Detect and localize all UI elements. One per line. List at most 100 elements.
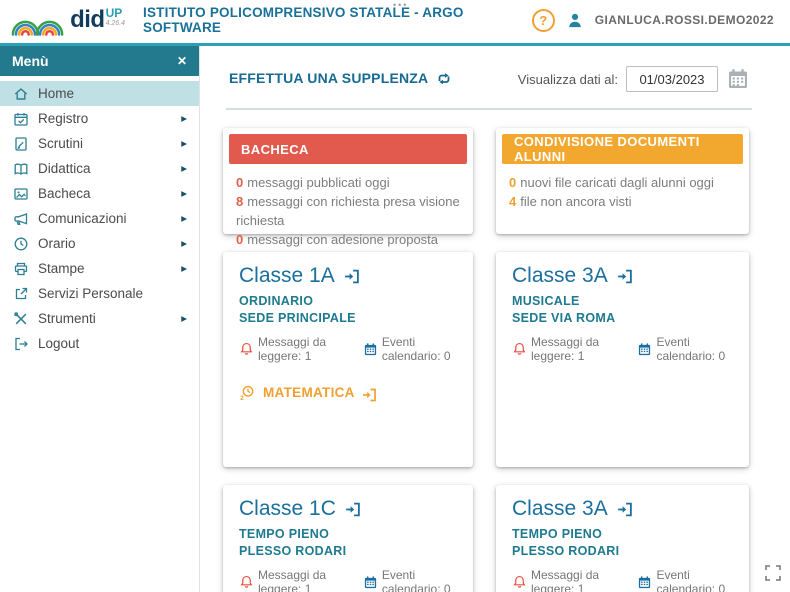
condivisione-row: 4file non ancora visti: [509, 192, 736, 211]
sidebar-item-label: Strumenti: [38, 311, 96, 326]
sidebar-item-label: Stampe: [38, 261, 85, 276]
class-title[interactable]: Classe 3A: [512, 264, 733, 288]
chevron-right-icon: ▶: [181, 189, 187, 198]
supplenza-link[interactable]: EFFETTUA UNA SUPPLENZA: [229, 70, 453, 86]
subject-link-matematica[interactable]: 2 MATEMATICA: [239, 381, 457, 403]
lesson-hour-clock-icon: 2: [239, 384, 257, 401]
svg-text:2: 2: [240, 394, 244, 400]
bacheca-row: 0messaggi pubblicati oggi: [236, 173, 460, 192]
didup-app: did UP 4.26.4 ISTITUTO POLICOMPRENSIVO S…: [0, 0, 790, 592]
clipboard-pencil-icon: [12, 135, 29, 152]
divider: [226, 108, 752, 110]
class-title[interactable]: Classe 3A: [512, 497, 733, 521]
chevron-right-icon: ▶: [181, 114, 187, 123]
sidebar-item-label: Logout: [38, 336, 79, 351]
sidebar-item-strumenti[interactable]: Strumenti ▶: [0, 306, 199, 331]
open-book-icon: [12, 160, 29, 177]
argo-rainbow-logo: [10, 3, 64, 37]
class-course-type: MUSICALE: [512, 293, 733, 310]
sidebar-item-label: Scrutini: [38, 136, 83, 151]
sidebar-item-scrutini[interactable]: Scrutini ▶: [0, 131, 199, 156]
fullscreen-icon[interactable]: [764, 564, 782, 587]
chevron-right-icon: ▶: [181, 264, 187, 273]
chevron-right-icon: ▶: [181, 314, 187, 323]
class-site: SEDE VIA ROMA: [512, 310, 733, 327]
calendar-picker-icon[interactable]: [726, 67, 750, 91]
top-header: did UP 4.26.4 ISTITUTO POLICOMPRENSIVO S…: [0, 0, 790, 46]
printer-icon: [12, 260, 29, 277]
sidebar-item-label: Comunicazioni: [38, 211, 127, 226]
sidebar: Menù ✕ Home Registro ▶: [0, 46, 200, 592]
brand-up: UP: [106, 8, 125, 19]
events-counter: Eventi calendario: 0: [637, 335, 733, 363]
sidebar-item-stampe[interactable]: Stampe ▶: [0, 256, 199, 281]
bacheca-card: BACHECA 0messaggi pubblicati oggi 8messa…: [223, 128, 473, 234]
help-button[interactable]: ?: [532, 9, 555, 32]
supplenza-label: EFFETTUA UNA SUPPLENZA: [229, 70, 428, 86]
messages-counter: Messaggi da leggere: 1: [512, 335, 622, 363]
events-counter: Eventi calendario: 0: [637, 568, 733, 592]
home-icon: [12, 85, 29, 102]
user-avatar-icon: [566, 12, 584, 29]
sidebar-item-servizi-personale[interactable]: Servizi Personale: [0, 281, 199, 306]
sidebar-item-home[interactable]: Home: [0, 81, 199, 106]
external-link-icon: [12, 285, 29, 302]
sidebar-item-label: Servizi Personale: [38, 286, 143, 301]
class-course-type: TEMPO PIENO: [239, 526, 457, 543]
sidebar-item-didattica[interactable]: Didattica ▶: [0, 156, 199, 181]
enter-class-icon[interactable]: [344, 501, 361, 518]
bell-icon: [512, 574, 527, 590]
logout-icon: [12, 335, 29, 352]
bacheca-row: 0messaggi con adesione proposta: [236, 230, 460, 249]
clock-icon: [12, 235, 29, 252]
sidebar-item-bacheca[interactable]: Bacheca ▶: [0, 181, 199, 206]
date-input[interactable]: [626, 66, 718, 92]
class-card-3a-musicale: Classe 3A MUSICALE SEDE VIA ROMA: [496, 252, 749, 467]
chevron-right-icon: ▶: [181, 239, 187, 248]
board-icon: [12, 185, 29, 202]
sidebar-item-registro[interactable]: Registro ▶: [0, 106, 199, 131]
events-counter: Eventi calendario: 0: [363, 335, 457, 363]
main-content: EFFETTUA UNA SUPPLENZA Visualizza dati a…: [201, 46, 790, 592]
sidebar-item-label: Bacheca: [38, 186, 91, 201]
version-label: 4.26.4: [106, 19, 125, 28]
bacheca-row: 8messaggi con richiesta presa visione ri…: [236, 192, 460, 230]
events-counter: Eventi calendario: 0: [363, 568, 457, 592]
bell-icon: [239, 574, 254, 590]
brand-logo: did UP 4.26.4: [70, 7, 125, 33]
calendar-check-icon: [12, 110, 29, 127]
class-course-type: ORDINARIO: [239, 293, 457, 310]
sidebar-item-label: Orario: [38, 236, 76, 251]
close-icon[interactable]: ✕: [177, 54, 187, 68]
megaphone-icon: [12, 210, 29, 227]
class-card-1a: Classe 1A ORDINARIO SEDE PRINCIPALE: [223, 252, 473, 467]
bell-icon: [512, 341, 527, 357]
sidebar-item-orario[interactable]: Orario ▶: [0, 231, 199, 256]
chevron-right-icon: ▶: [181, 139, 187, 148]
menu-header: Menù ✕: [0, 46, 199, 76]
tools-icon: [12, 310, 29, 327]
condivisione-card-title: CONDIVISIONE DOCUMENTI ALUNNI: [502, 134, 743, 164]
enter-class-icon[interactable]: [616, 501, 633, 518]
class-site: PLESSO RODARI: [512, 543, 733, 560]
school-title: ISTITUTO POLICOMPRENSIVO STATALE - ARGO …: [143, 5, 532, 35]
sidebar-item-comunicazioni[interactable]: Comunicazioni ▶: [0, 206, 199, 231]
enter-class-icon[interactable]: [343, 268, 360, 285]
ellipsis-icon: •••: [393, 0, 408, 10]
class-title[interactable]: Classe 1C: [239, 497, 457, 521]
chevron-right-icon: ▶: [181, 164, 187, 173]
class-card-3a-tempopieno: Classe 3A TEMPO PIENO PLESSO RODARI: [496, 485, 749, 592]
enter-class-icon[interactable]: [616, 268, 633, 285]
class-site: SEDE PRINCIPALE: [239, 310, 457, 327]
username[interactable]: GIANLUCA.ROSSI.DEMO2022: [595, 13, 774, 27]
swap-icon: [435, 71, 453, 86]
class-title[interactable]: Classe 1A: [239, 264, 457, 288]
calendar-icon: [363, 342, 378, 357]
enter-lesson-icon[interactable]: [361, 387, 377, 403]
condivisione-card: CONDIVISIONE DOCUMENTI ALUNNI 0nuovi fil…: [496, 128, 749, 234]
sidebar-item-logout[interactable]: Logout: [0, 331, 199, 356]
calendar-icon: [637, 342, 652, 357]
class-course-type: TEMPO PIENO: [512, 526, 733, 543]
class-site: PLESSO RODARI: [239, 543, 457, 560]
chevron-right-icon: ▶: [181, 214, 187, 223]
